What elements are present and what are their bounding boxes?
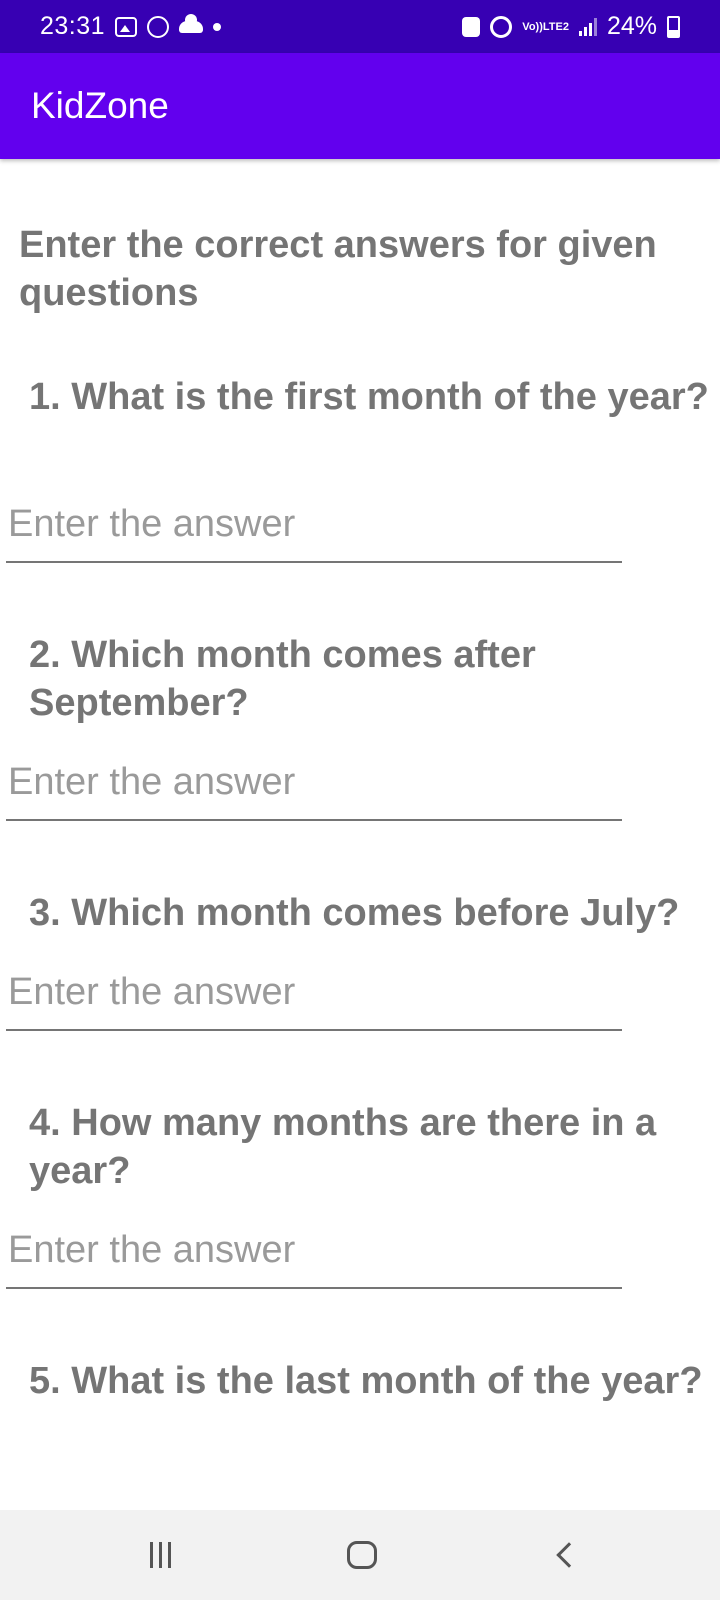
back-button[interactable] <box>505 1510 625 1600</box>
volte-icon: Vo)) LTE2 <box>522 20 569 33</box>
question-2: 2. Which month comes after September? <box>29 634 536 724</box>
status-right: Vo)) LTE2 24% <box>462 12 680 41</box>
whatsapp-icon <box>147 15 170 38</box>
quiz-content[interactable]: Enter the correct answers for given ques… <box>0 159 720 1510</box>
answer-input-3[interactable] <box>6 967 622 1031</box>
app-bar: KidZone <box>0 53 720 159</box>
notification-dot-icon <box>213 22 222 31</box>
question-4: 4. How many months are there in a year? <box>29 1102 657 1192</box>
instructions-text: Enter the correct answers for given ques… <box>19 224 657 314</box>
lock-icon <box>462 16 481 37</box>
alarm-icon <box>490 15 513 38</box>
back-icon <box>556 1542 582 1568</box>
status-bar: 23:31 Vo)) LTE2 24% <box>0 0 720 53</box>
volte-label: Vo)) <box>522 20 543 33</box>
home-button[interactable] <box>302 1510 422 1600</box>
signal-icon <box>578 17 597 36</box>
answer-input-1[interactable] <box>6 499 622 563</box>
status-time: 23:31 <box>40 12 106 40</box>
question-1: 1. What is the first month of the year? <box>29 376 709 418</box>
question-3: 3. Which month comes before July? <box>29 892 680 934</box>
battery-percent: 24% <box>606 12 657 40</box>
recents-icon <box>149 1542 171 1568</box>
answer-input-4[interactable] <box>6 1225 622 1289</box>
app-title: KidZone <box>31 85 169 126</box>
status-left: 23:31 <box>40 12 222 41</box>
battery-icon <box>667 15 680 38</box>
lte-label: LTE2 <box>542 20 569 33</box>
recents-button[interactable] <box>100 1510 220 1600</box>
question-5: 5. What is the last month of the year? <box>29 1360 703 1402</box>
home-icon <box>347 1541 377 1569</box>
answer-input-2[interactable] <box>6 757 622 821</box>
navigation-bar <box>0 1510 720 1600</box>
gallery-icon <box>115 16 138 37</box>
cloud-icon <box>179 13 204 33</box>
